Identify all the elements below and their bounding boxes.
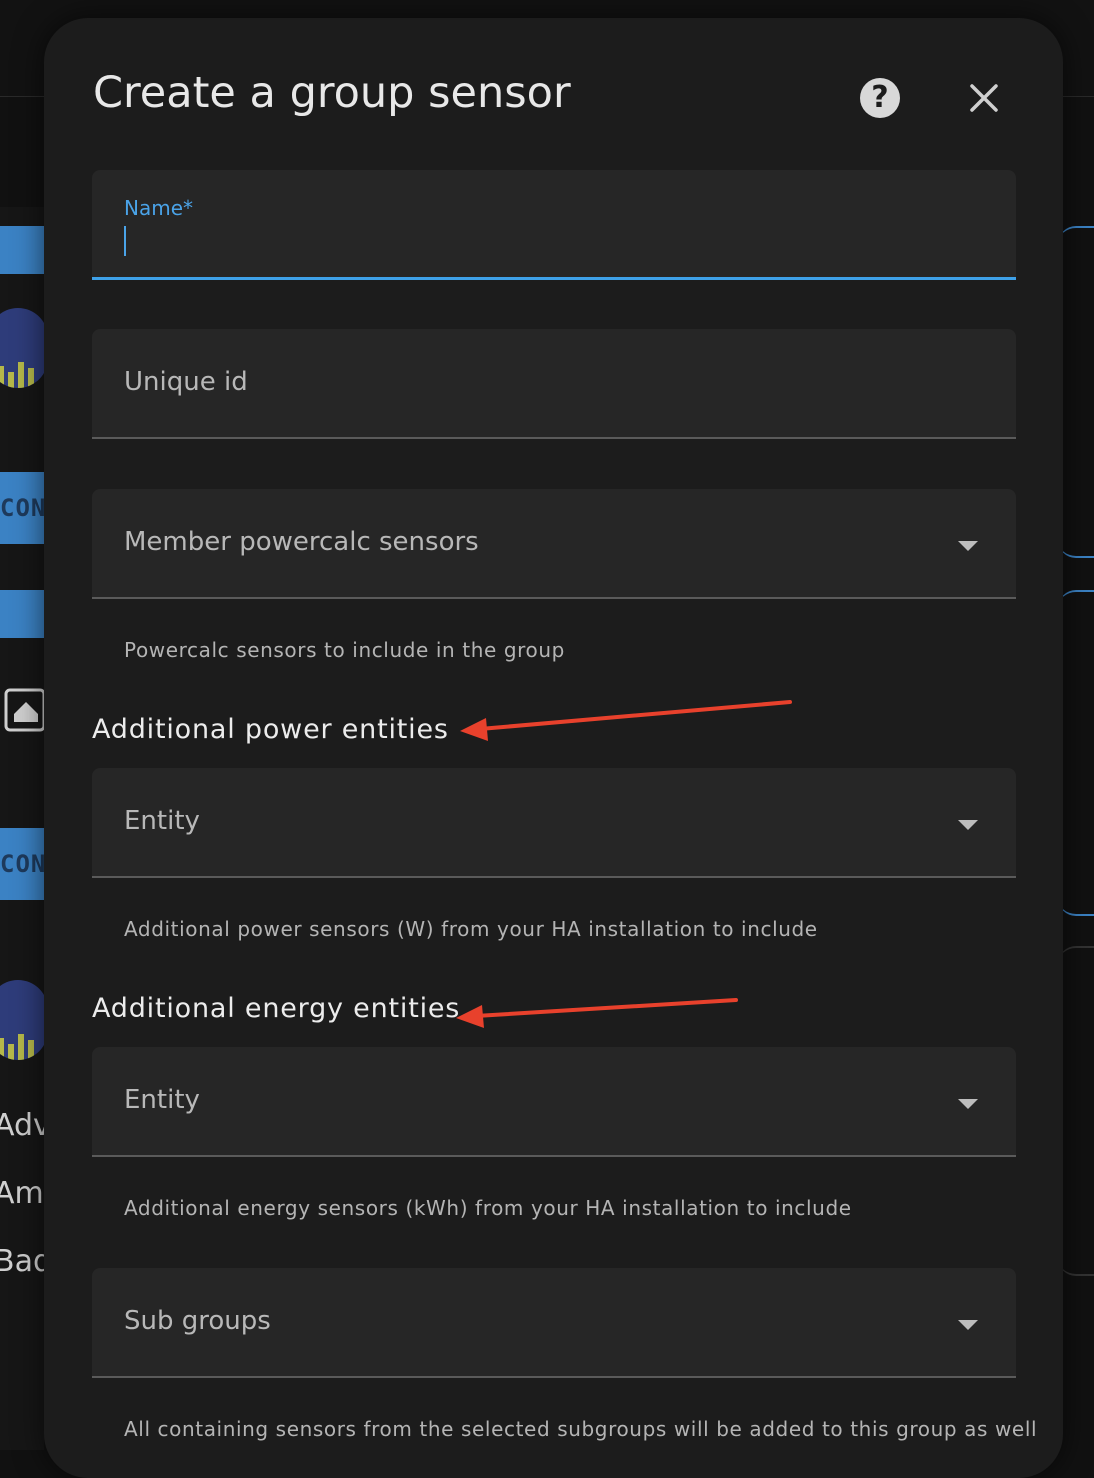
- unique-id-field[interactable]: Unique id: [92, 329, 1016, 439]
- sub-groups-helper: All containing sensors from the selected…: [124, 1417, 1038, 1441]
- energy-entity-select[interactable]: Entity: [92, 1047, 1016, 1157]
- help-icon[interactable]: ?: [860, 78, 900, 118]
- member-sensors-label: Member powercalc sensors: [124, 527, 479, 557]
- close-icon[interactable]: [962, 76, 1006, 120]
- background-card-right: [1058, 946, 1094, 1276]
- unique-id-placeholder: Unique id: [124, 367, 248, 397]
- name-field-label: Name*: [124, 196, 194, 220]
- sub-groups-label: Sub groups: [124, 1306, 271, 1336]
- chevron-down-icon[interactable]: [958, 1099, 978, 1109]
- powercalc-logo-icon: [0, 980, 48, 1060]
- background-card-right: [1058, 226, 1094, 558]
- energy-entities-section-title: Additional energy entities: [92, 993, 461, 1024]
- annotation-arrow: [460, 700, 792, 741]
- chip-home-icon: [4, 684, 46, 736]
- energy-entity-label: Entity: [124, 1085, 200, 1115]
- annotation-arrow: [456, 998, 738, 1028]
- create-group-sensor-dialog: Create a group sensor ? Name* Unique id …: [44, 18, 1063, 1478]
- background-card-right: [1058, 590, 1094, 916]
- power-entity-label: Entity: [124, 806, 200, 836]
- text-cursor: [124, 226, 126, 256]
- dialog-title: Create a group sensor: [93, 68, 571, 118]
- name-field[interactable]: Name*: [92, 170, 1016, 280]
- power-entities-section-title: Additional power entities: [92, 714, 449, 745]
- powercalc-logo-icon: [0, 308, 48, 388]
- sub-groups-select[interactable]: Sub groups: [92, 1268, 1016, 1378]
- power-entities-helper: Additional power sensors (W) from your H…: [124, 917, 818, 941]
- member-powercalc-sensors-select[interactable]: Member powercalc sensors: [92, 489, 1016, 599]
- chevron-down-icon[interactable]: [958, 820, 978, 830]
- power-entity-select[interactable]: Entity: [92, 768, 1016, 878]
- chevron-down-icon[interactable]: [958, 1320, 978, 1330]
- energy-entities-helper: Additional energy sensors (kWh) from you…: [124, 1196, 852, 1220]
- member-sensors-helper: Powercalc sensors to include in the grou…: [124, 638, 565, 662]
- chevron-down-icon[interactable]: [958, 541, 978, 551]
